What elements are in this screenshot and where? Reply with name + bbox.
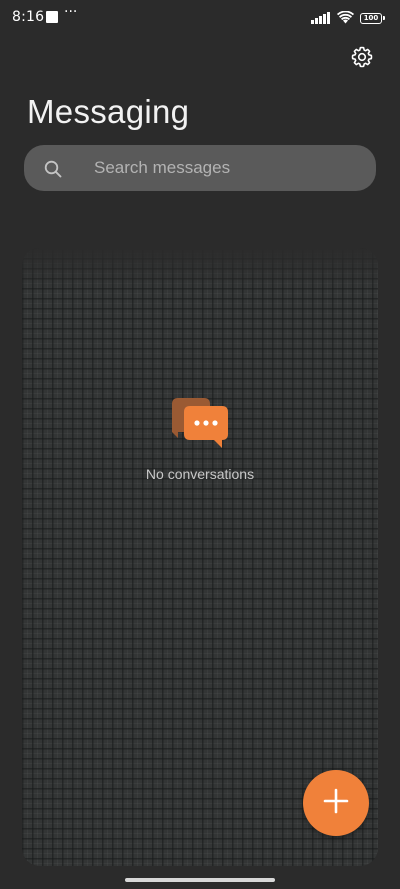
wifi-icon (336, 9, 355, 28)
status-time: 8:16 (12, 9, 45, 25)
empty-state-text: No conversations (145, 466, 255, 482)
notification-square-icon (46, 11, 58, 23)
status-icons: 100 (311, 9, 385, 28)
status-bar: 8:16 ··· 100 (0, 0, 400, 36)
page-title: Messaging (27, 93, 190, 130)
plus-icon (323, 788, 349, 818)
signal-icon (311, 9, 331, 28)
battery-level: 100 (363, 13, 379, 22)
chat-bubbles-icon (170, 396, 232, 450)
home-indicator[interactable] (125, 878, 275, 882)
search-bar[interactable] (24, 145, 376, 191)
search-icon (44, 160, 62, 178)
search-input[interactable] (94, 145, 364, 191)
settings-button[interactable] (348, 45, 376, 73)
new-conversation-button[interactable] (303, 770, 369, 836)
gear-icon (350, 45, 374, 73)
status-overflow-dots: ··· (64, 4, 78, 20)
battery-icon: 100 (360, 12, 385, 24)
